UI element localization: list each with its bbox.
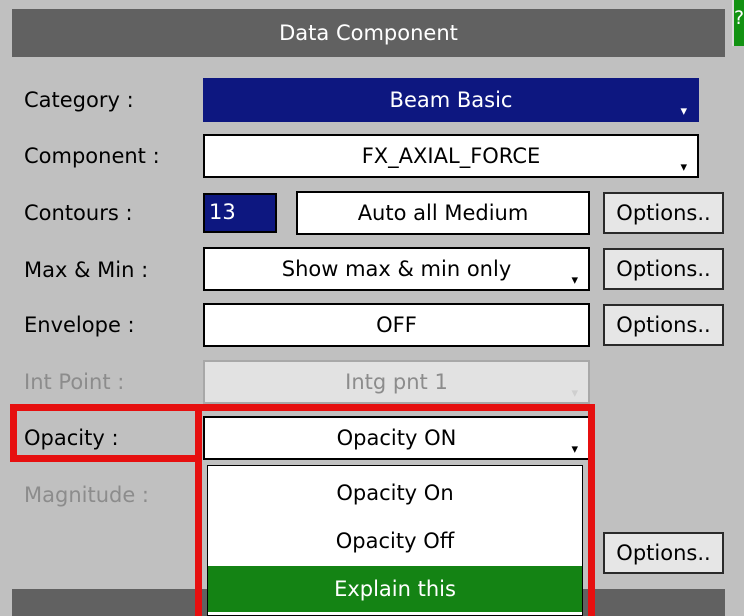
data-component-panel: Data Component ? Category : Beam Basic ▾…	[0, 0, 744, 616]
highlight-callout-label	[10, 404, 202, 462]
category-select[interactable]: Beam Basic ▾	[203, 78, 699, 122]
maxmin-select[interactable]: Show max & min only ▾	[203, 247, 590, 291]
highlight-callout-dropdown	[195, 404, 595, 616]
dropdown-arrow-icon: ▾	[571, 386, 578, 401]
envelope-label: Envelope :	[24, 313, 135, 337]
envelope-button[interactable]: OFF	[203, 303, 590, 347]
magnitude-options-button[interactable]: Options..	[603, 532, 724, 574]
dropdown-arrow-icon: ▾	[680, 160, 687, 175]
dropdown-arrow-icon: ▾	[571, 273, 578, 288]
envelope-options-button[interactable]: Options..	[603, 304, 724, 346]
component-value: FX_AXIAL_FORCE	[361, 144, 541, 168]
contours-count-input[interactable]: 13	[203, 193, 277, 233]
category-label: Category :	[24, 88, 134, 112]
contours-options-button[interactable]: Options..	[603, 192, 724, 234]
panel-title: Data Component	[12, 9, 725, 57]
contours-mode-button[interactable]: Auto all Medium	[296, 191, 590, 235]
category-value: Beam Basic	[389, 88, 513, 112]
maxmin-value: Show max & min only	[281, 257, 512, 281]
maxmin-label: Max & Min :	[24, 258, 149, 282]
int-point-label: Int Point :	[24, 370, 125, 394]
help-button[interactable]: ?	[732, 0, 744, 46]
component-select[interactable]: FX_AXIAL_FORCE ▾	[203, 134, 699, 178]
int-point-value: Intg pnt 1	[345, 370, 448, 394]
dropdown-arrow-icon: ▾	[680, 104, 687, 119]
magnitude-label: Magnitude :	[24, 483, 150, 507]
maxmin-options-button[interactable]: Options..	[603, 248, 724, 290]
contours-label: Contours :	[24, 201, 133, 225]
int-point-select: Intg pnt 1 ▾	[203, 360, 590, 404]
component-label: Component :	[24, 144, 160, 168]
